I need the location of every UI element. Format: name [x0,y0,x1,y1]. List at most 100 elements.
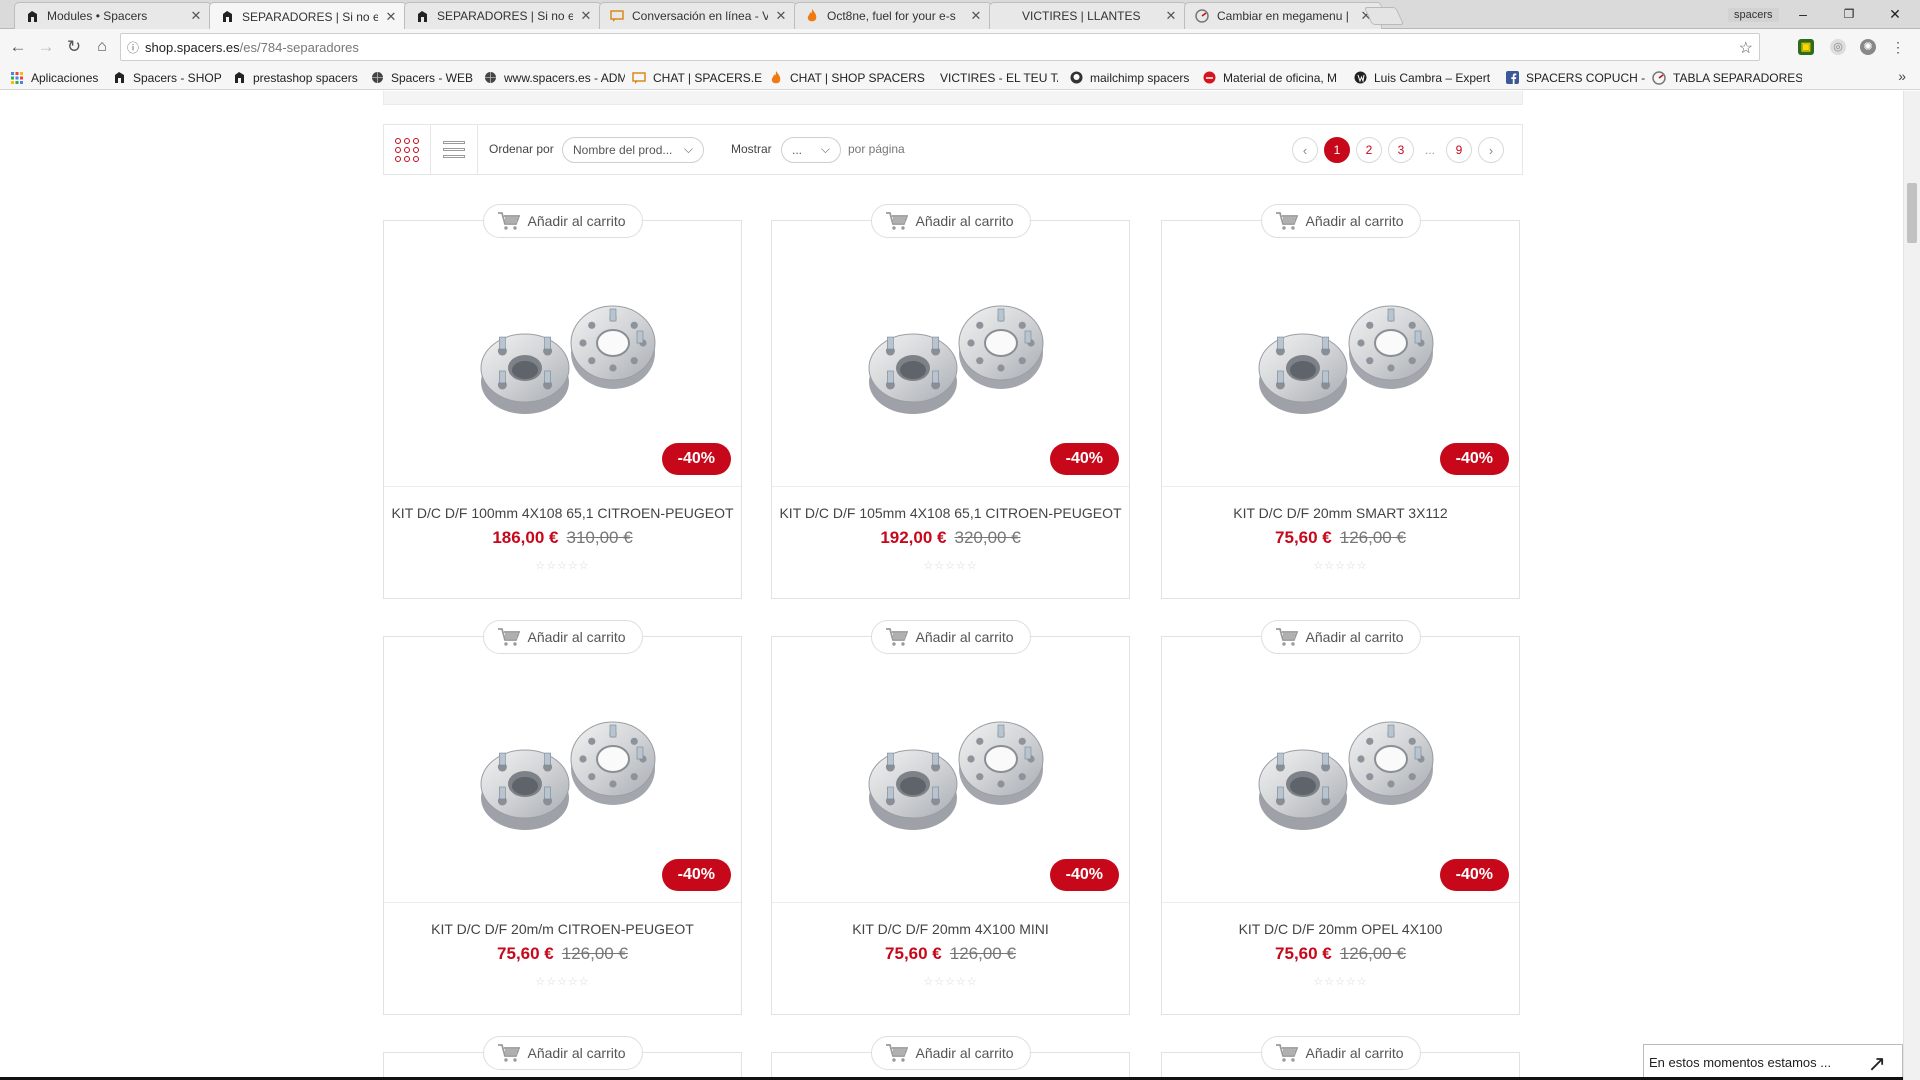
product-card[interactable]: Añadir al carrito [771,1036,1130,1080]
product-card[interactable]: Añadir al carrito -40% KIT D/C D/F 100mm 4… [383,204,742,599]
bookmark-label: Spacers - WEB [391,70,474,85]
product-card[interactable]: Añadir al carrito -40% KIT D/C D/F 20mm SM… [1161,204,1520,599]
chat-favicon-icon [632,71,646,85]
close-window-button[interactable]: ✕ [1872,0,1918,28]
bookmark-label: prestashop spacers [253,70,358,85]
forward-icon[interactable]: → [34,35,58,59]
extension-icon[interactable]: ▣ [1798,39,1814,55]
product-name[interactable]: KIT D/C D/F 20mm 4X100 MINI [772,921,1129,937]
product-card[interactable]: Añadir al carrito [1161,1036,1520,1080]
add-to-cart-button[interactable]: Añadir al carrito [1260,1036,1421,1070]
product-name[interactable]: KIT D/C D/F 20mm OPEL 4X100 [1162,921,1519,937]
add-to-cart-button[interactable]: Añadir al carrito [482,204,643,238]
bookmark-item[interactable]: www.spacers.es - ADM [483,69,625,86]
home-icon[interactable]: ⌂ [90,35,114,59]
page-scrollbar[interactable] [1903,91,1920,1080]
browser-tab[interactable]: Oct8ne, fuel for your e-s ✕ [794,2,992,29]
product-name[interactable]: KIT D/C D/F 20m/m CITROEN-PEUGEOT [384,921,741,937]
close-tab-icon[interactable]: ✕ [969,8,983,24]
bookmark-item[interactable]: Spacers - SHOP [112,69,224,86]
prev-page-icon[interactable]: ‹ [1292,137,1318,163]
add-to-cart-button[interactable]: Añadir al carrito [482,1036,643,1070]
product-card[interactable]: Añadir al carrito -40% KIT D/C D/F 20m/m C… [383,620,742,1015]
rating-stars: ☆☆☆☆☆ [1313,560,1368,572]
bookmark-item[interactable]: TABLA SEPARADORES [1652,69,1802,86]
menu-icon[interactable]: ⋮ [1890,39,1906,55]
extension-round-icon[interactable]: ◎ [1830,39,1846,55]
settings-extension-icon[interactable]: ✺ [1860,39,1876,55]
close-tab-icon[interactable]: ✕ [1164,8,1178,24]
reload-icon[interactable]: ↻ [62,35,86,59]
browser-tab[interactable]: Cambiar en megamenu | ✕ [1184,2,1382,29]
bookmark-item[interactable]: prestashop spacers [232,69,364,86]
product-card[interactable]: Añadir al carrito -40% KIT D/C D/F 105mm 4… [771,204,1130,599]
back-icon[interactable]: ← [6,35,30,59]
chat-widget[interactable]: En estos momentos estamos ... ↗ [1643,1044,1903,1080]
grid-view-button[interactable] [384,125,431,174]
bookmark-item[interactable]: SPACERS COPUCH - I [1505,69,1645,86]
scrollbar-thumb[interactable] [1907,183,1917,243]
close-tab-icon[interactable]: ✕ [774,8,788,24]
close-tab-icon[interactable]: ✕ [189,8,203,24]
add-to-cart-button[interactable]: Añadir al carrito [482,620,643,654]
product-card[interactable]: Añadir al carrito -40% KIT D/C D/F 20mm 4X… [771,620,1130,1015]
bookmark-item[interactable]: Spacers - WEB [370,69,475,86]
browser-tab[interactable]: Conversación en línea - V ✕ [599,2,797,29]
add-to-cart-label: Añadir al carrito [915,1045,1014,1061]
per-page-select[interactable]: ... ⌵ [781,137,841,163]
bookmarks-overflow-icon[interactable]: » [1898,68,1906,84]
discount-badge: -40% [661,443,731,475]
product-name[interactable]: KIT D/C D/F 100mm 4X108 65,1 CITROEN-PEU… [384,505,741,521]
browser-tab[interactable]: VICTIRES | LLANTES ✕ [989,2,1187,29]
per-page-label: por página [848,142,905,156]
page-3-button[interactable]: 3 [1388,137,1414,163]
bookmark-item[interactable]: VICTIRES - EL TEU TALL [940,69,1058,86]
add-to-cart-button[interactable]: Añadir al carrito [870,1036,1031,1070]
bookmark-label: VICTIRES - EL TEU TALL [940,70,1058,85]
bookmark-label: TABLA SEPARADORES [1673,70,1802,85]
product-name[interactable]: KIT D/C D/F 105mm 4X108 65,1 CITROEN-PEU… [772,505,1129,521]
bookmark-star-icon[interactable]: ☆ [1739,38,1753,58]
chat-favicon-icon [610,9,624,23]
product-old-price: 320,00 € [954,528,1021,547]
page-1-button[interactable]: 1 [1324,137,1350,163]
sort-select[interactable]: Nombre del prod... ⌵ [562,137,704,163]
product-card[interactable]: Añadir al carrito -40% KIT D/C D/F 20mm OP… [1161,620,1520,1015]
bookmark-item[interactable]: Luis Cambra – Expert [1353,69,1498,86]
card-divider [1162,902,1519,903]
bookmark-item[interactable]: CHAT | SHOP SPACERS [769,69,934,86]
bookmark-item[interactable]: Material de oficina, M [1202,69,1347,86]
rating-stars: ☆☆☆☆☆ [923,976,978,988]
product-name[interactable]: KIT D/C D/F 20mm SMART 3X112 [1162,505,1519,521]
page-2-button[interactable]: 2 [1356,137,1382,163]
add-to-cart-button[interactable]: Añadir al carrito [1260,620,1421,654]
product-price: 75,60 € [1275,528,1332,547]
browser-tab[interactable]: SEPARADORES | Si no en ✕ [209,2,407,30]
tab-title: SEPARADORES | Si no en [242,9,378,24]
close-tab-icon[interactable]: ✕ [579,8,593,24]
bookmark-label: SPACERS COPUCH - I [1526,70,1645,85]
bookmark-label: Spacers - SHOP [133,70,222,85]
address-bar[interactable]: ⓘ shop.spacers.es/es/784-separadores ☆ [120,33,1760,61]
list-view-button[interactable] [431,125,478,174]
browser-tab[interactable]: SEPARADORES | Si no en ✕ [404,2,602,29]
info-icon[interactable]: ⓘ [121,39,145,56]
add-to-cart-button[interactable]: Añadir al carrito [870,620,1031,654]
add-to-cart-button[interactable]: Añadir al carrito [1260,204,1421,238]
bookmark-item[interactable]: CHAT | SPACERS.ES [632,69,762,86]
profile-button[interactable]: spacers [1728,8,1779,22]
cart-icon [497,212,520,230]
add-to-cart-button[interactable]: Añadir al carrito [870,204,1031,238]
restore-button[interactable]: ❐ [1826,0,1872,28]
expand-arrow-icon[interactable]: ↗ [1868,1051,1886,1077]
page-9-button[interactable]: 9 [1446,137,1472,163]
product-price: 186,00 € [492,528,559,547]
bookmark-item[interactable]: Aplicaciones [10,69,105,86]
product-card[interactable]: Añadir al carrito [383,1036,742,1080]
next-page-icon[interactable]: › [1478,137,1504,163]
bookmark-item[interactable]: mailchimp spacers [1069,69,1194,86]
spacers-favicon-icon [232,71,246,85]
browser-tab[interactable]: Modules • Spacers ✕ [14,2,212,29]
minimize-button[interactable]: – [1780,0,1826,28]
close-tab-icon[interactable]: ✕ [384,9,398,25]
